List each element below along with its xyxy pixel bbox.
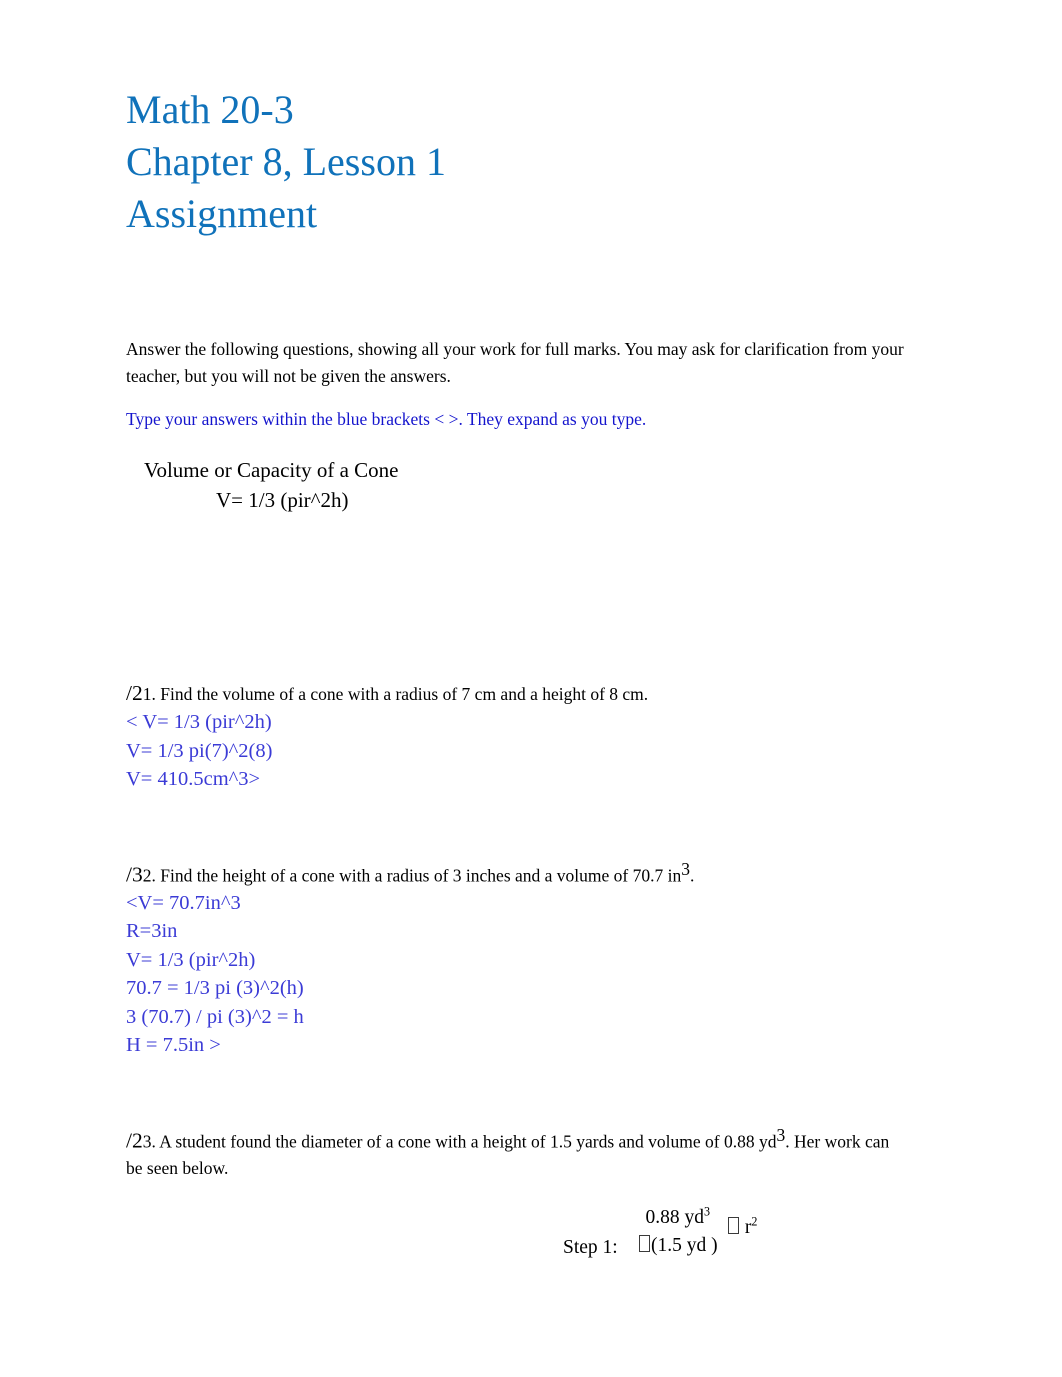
fraction-denominator: (1.5 yd )	[638, 1232, 718, 1260]
formula-block: Volume or Capacity of a Cone V= 1/3 (pir…	[126, 433, 916, 515]
question-1-answer-line-3[interactable]: V= 410.5cm^3>	[126, 765, 916, 794]
step-1-equation: Step 1: 0.88 yd3 (1.5 yd ) r2	[126, 1192, 916, 1278]
document-page: Math 20-3 Chapter 8, Lesson 1 Assignment…	[0, 0, 1062, 1377]
question-2-marks: /3	[126, 861, 143, 886]
question-3-superscript: 3	[776, 1124, 786, 1145]
title-line-2: Chapter 8, Lesson 1	[126, 139, 446, 184]
numerator-text: 0.88 yd	[645, 1207, 705, 1229]
question-3-number: 3.	[142, 1131, 156, 1152]
document-content: Math 20-3 Chapter 8, Lesson 1 Assignment…	[126, 0, 916, 1278]
question-2-answer-line-6[interactable]: H = 7.5in >	[126, 1031, 916, 1060]
question-1: /21. Find the volume of a cone with a ra…	[126, 515, 916, 794]
step-1-label: Step 1:	[563, 1237, 618, 1259]
denominator-text: (1.5 yd )	[651, 1235, 718, 1257]
question-2-prompt: /32. Find the height of a cone with a ra…	[126, 856, 908, 889]
question-2: /32. Find the height of a cone with a ra…	[126, 794, 916, 1060]
missing-glyph-pi-icon	[639, 1235, 650, 1253]
question-2-text-end: .	[689, 864, 695, 885]
question-1-answer-line-1[interactable]: < V= 1/3 (pir^2h)	[126, 708, 916, 737]
title-line-3: Assignment	[126, 191, 318, 236]
question-2-answer-line-1[interactable]: <V= 70.7in^3	[126, 889, 916, 918]
question-3: /23. A student found the diameter of a c…	[126, 1060, 916, 1278]
instructions-paragraph: Answer the following questions, showing …	[126, 339, 904, 386]
question-3-text: A student found the diameter of a cone w…	[155, 1131, 777, 1152]
question-2-answer-line-2[interactable]: R=3in	[126, 917, 916, 946]
blue-brackets-note: Type your answers within the blue bracke…	[126, 409, 647, 429]
missing-glyph-pi-icon-2	[728, 1217, 739, 1235]
question-2-answer-line-3[interactable]: V= 1/3 (pir^2h)	[126, 946, 916, 975]
title-line-1: Math 20-3	[126, 87, 294, 132]
question-2-number: 2.	[142, 864, 156, 885]
formula-expression: V= 1/3 (pir^2h)	[216, 488, 349, 512]
question-1-number: 1.	[142, 684, 156, 704]
document-title: Math 20-3 Chapter 8, Lesson 1 Assignment	[126, 0, 916, 240]
fraction-numerator: 0.88 yd3	[638, 1204, 718, 1232]
question-2-answer-line-4[interactable]: 70.7 = 1/3 pi (3)^2(h)	[126, 974, 916, 1003]
question-1-marks: /2	[126, 681, 143, 705]
question-2-text: Find the height of a cone with a radius …	[155, 864, 682, 885]
question-1-text: Find the volume of a cone with a radius …	[155, 684, 649, 704]
formula-heading: Volume or Capacity of a Cone	[144, 458, 399, 482]
question-2-answer-line-5[interactable]: 3 (70.7) / pi (3)^2 = h	[126, 1003, 916, 1032]
question-1-prompt: /21. Find the volume of a cone with a ra…	[126, 679, 908, 708]
question-1-answer-line-2[interactable]: V= 1/3 pi(7)^2(8)	[126, 737, 916, 766]
equation-tail: r2	[727, 1216, 757, 1240]
question-3-marks: /2	[126, 1128, 143, 1153]
numerator-superscript: 3	[704, 1204, 711, 1219]
question-3-prompt: /23. A student found the diameter of a c…	[126, 1122, 908, 1182]
question-2-superscript: 3	[681, 858, 690, 879]
tail-superscript: 2	[751, 1214, 758, 1229]
equation-fraction: 0.88 yd3 (1.5 yd )	[638, 1204, 718, 1260]
